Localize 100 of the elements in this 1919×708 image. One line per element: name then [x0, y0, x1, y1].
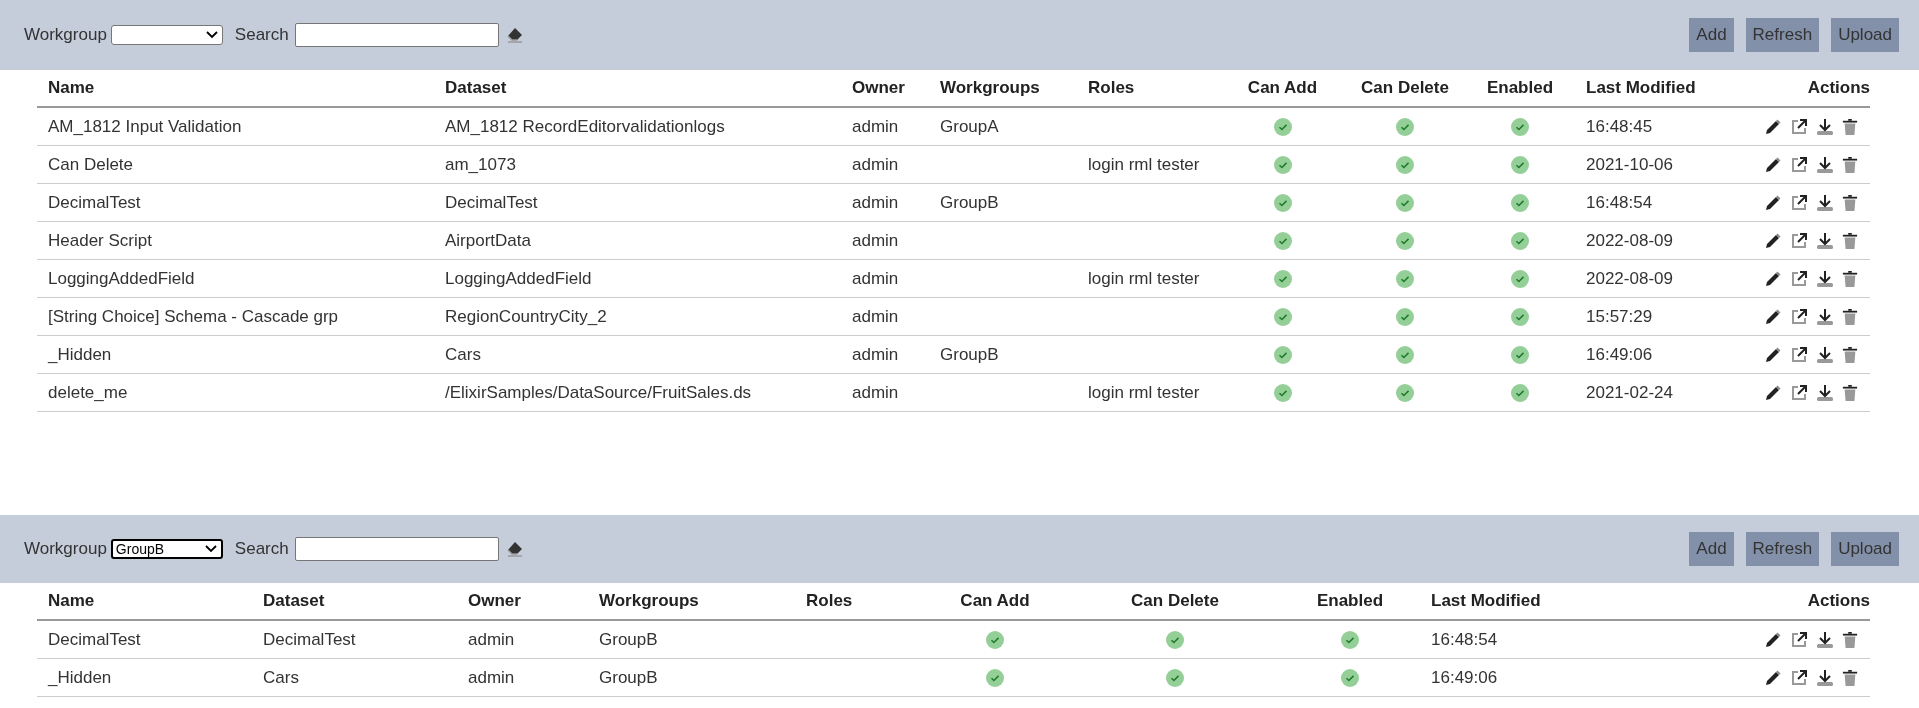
download-icon[interactable] [1816, 669, 1834, 687]
toolbar-button[interactable]: Refresh [1745, 18, 1820, 52]
external-link-icon[interactable] [1790, 631, 1808, 649]
external-link-icon[interactable] [1790, 232, 1808, 250]
trash-icon[interactable] [1842, 346, 1858, 364]
workgroup-label: Workgroup [24, 539, 107, 559]
column-header: Actions [1730, 583, 1870, 620]
trash-icon[interactable] [1842, 384, 1858, 402]
last-modified-cell: 16:48:45 [1575, 107, 1730, 146]
toolbar-button[interactable]: Add [1689, 532, 1734, 566]
eraser-icon[interactable] [505, 27, 524, 43]
search-label: Search [234, 25, 289, 45]
owner-cell: admin [457, 620, 588, 659]
download-icon[interactable] [1816, 232, 1834, 250]
external-link-icon[interactable] [1790, 346, 1808, 364]
name-cell: AM_1812 Input Validation [37, 107, 434, 146]
workgroup-select[interactable] [110, 25, 223, 45]
column-header: Owner [841, 70, 929, 107]
dataset-cell: AirportData [434, 221, 841, 260]
column-header: Dataset [434, 70, 841, 107]
workgroup-select[interactable]: GroupB [110, 539, 223, 559]
trash-icon[interactable] [1842, 631, 1858, 649]
owner-cell: admin [841, 373, 929, 412]
trash-icon[interactable] [1842, 232, 1858, 250]
download-icon[interactable] [1816, 118, 1834, 136]
pencil-icon[interactable] [1764, 270, 1782, 288]
pencil-icon[interactable] [1764, 346, 1782, 364]
workgroups-cell: GroupA [929, 107, 1077, 146]
external-link-icon[interactable] [1790, 308, 1808, 326]
last-modified-cell: 2021-10-06 [1575, 145, 1730, 184]
column-header: Workgroups [588, 583, 795, 620]
external-link-icon[interactable] [1790, 384, 1808, 402]
download-icon[interactable] [1816, 631, 1834, 649]
pencil-icon[interactable] [1764, 669, 1782, 687]
column-header: Last Modified [1575, 70, 1730, 107]
owner-cell: admin [841, 145, 929, 184]
trash-icon[interactable] [1842, 270, 1858, 288]
chevron-down-icon [205, 31, 218, 39]
external-link-icon[interactable] [1790, 194, 1808, 212]
external-link-icon[interactable] [1790, 270, 1808, 288]
owner-cell: admin [841, 335, 929, 374]
external-link-icon[interactable] [1790, 156, 1808, 174]
workgroups-cell: GroupB [588, 658, 795, 697]
pencil-icon[interactable] [1764, 384, 1782, 402]
column-header: Actions [1730, 70, 1870, 107]
download-icon[interactable] [1816, 156, 1834, 174]
name-cell: LoggingAddedField [37, 259, 434, 298]
name-cell: DecimalTest [37, 183, 434, 222]
trash-icon[interactable] [1842, 194, 1858, 212]
dataset-cell: DecimalTest [434, 183, 841, 222]
pencil-icon[interactable] [1764, 156, 1782, 174]
download-icon[interactable] [1816, 270, 1834, 288]
download-icon[interactable] [1816, 308, 1834, 326]
column-header: Owner [457, 583, 588, 620]
toolbar-button[interactable]: Add [1689, 18, 1734, 52]
pencil-icon[interactable] [1764, 308, 1782, 326]
workgroup-label: Workgroup [24, 25, 107, 45]
download-icon[interactable] [1816, 384, 1834, 402]
dataset-cell: AM_1812 RecordEditorvalidationlogs [434, 107, 841, 146]
last-modified-cell: 16:49:06 [1575, 335, 1730, 374]
trash-icon[interactable] [1842, 156, 1858, 174]
search-field[interactable] [294, 537, 499, 561]
download-icon[interactable] [1816, 346, 1834, 364]
dataset-cell: am_1073 [434, 145, 841, 184]
pencil-icon[interactable] [1764, 232, 1782, 250]
trash-icon[interactable] [1842, 308, 1858, 326]
name-cell: _Hidden [37, 335, 434, 374]
column-header: Name [37, 583, 252, 620]
eraser-icon[interactable] [505, 541, 524, 557]
roles-cell: login rml tester [1077, 145, 1220, 184]
dataset-cell: LoggingAddedField [434, 259, 841, 298]
owner-cell: admin [841, 107, 929, 146]
trash-icon[interactable] [1842, 669, 1858, 687]
toolbar-button[interactable]: Upload [1831, 532, 1899, 566]
chevron-down-icon [204, 545, 217, 553]
last-modified-cell: 15:57:29 [1575, 297, 1730, 336]
external-link-icon[interactable] [1790, 669, 1808, 687]
external-link-icon[interactable] [1790, 118, 1808, 136]
column-header: Roles [1077, 70, 1220, 107]
search-field[interactable] [294, 23, 499, 47]
name-cell: _Hidden [37, 658, 252, 697]
column-header: Can Add [1220, 70, 1345, 107]
last-modified-cell: 16:48:54 [1420, 620, 1730, 659]
pencil-icon[interactable] [1764, 631, 1782, 649]
column-header: Enabled [1280, 583, 1420, 620]
owner-cell: admin [841, 259, 929, 298]
column-header: Can Add [920, 583, 1070, 620]
name-cell: DecimalTest [37, 620, 252, 659]
last-modified-cell: 2022-08-09 [1575, 221, 1730, 260]
pencil-icon[interactable] [1764, 194, 1782, 212]
toolbar-button[interactable]: Upload [1831, 18, 1899, 52]
last-modified-cell: 2022-08-09 [1575, 259, 1730, 298]
column-header: Dataset [252, 583, 457, 620]
column-header: Enabled [1465, 70, 1575, 107]
pencil-icon[interactable] [1764, 118, 1782, 136]
toolbar-button[interactable]: Refresh [1745, 532, 1820, 566]
download-icon[interactable] [1816, 194, 1834, 212]
owner-cell: admin [841, 221, 929, 260]
trash-icon[interactable] [1842, 118, 1858, 136]
workgroups-cell: GroupB [929, 335, 1077, 374]
